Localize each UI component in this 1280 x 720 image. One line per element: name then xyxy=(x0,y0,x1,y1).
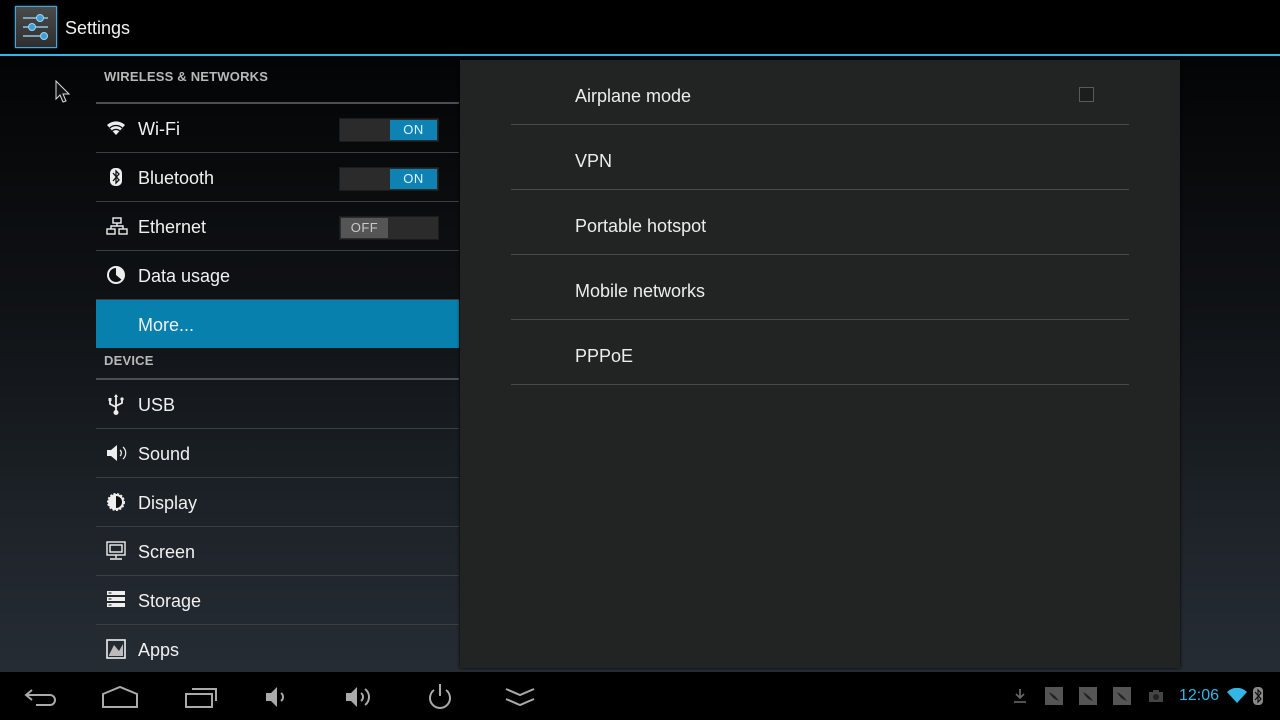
screen-icon xyxy=(106,541,126,561)
sidebar-item-label: Storage xyxy=(138,591,202,611)
back-icon xyxy=(22,686,58,708)
volume-down-icon xyxy=(264,685,292,709)
home-icon xyxy=(101,685,139,709)
apps-icon xyxy=(106,639,126,659)
recent-apps-button[interactable] xyxy=(179,680,223,714)
settings-sliders-icon[interactable] xyxy=(15,6,57,48)
list-item-mobile-networks[interactable]: Mobile networks xyxy=(511,255,1129,320)
hide-bar-button[interactable] xyxy=(498,680,542,714)
bluetooth-status-icon xyxy=(1253,672,1263,720)
sidebar-item-wifi[interactable]: Wi-Fi ON xyxy=(96,104,459,153)
sidebar-item-display[interactable]: Display xyxy=(96,478,459,527)
power-icon xyxy=(426,682,454,712)
sidebar-item-storage[interactable]: Storage xyxy=(96,576,459,625)
list-item-label: Mobile networks xyxy=(575,281,706,301)
list-item-vpn[interactable]: VPN xyxy=(511,125,1129,190)
sidebar-item-label: Wi-Fi xyxy=(138,119,180,139)
category-header-wireless: WIRELESS & NETWORKS xyxy=(96,56,459,104)
sidebar-item-label: Display xyxy=(138,493,198,513)
list-item-portable-hotspot[interactable]: Portable hotspot xyxy=(511,190,1129,255)
notification-icon[interactable] xyxy=(1113,672,1131,720)
sidebar-item-label: Screen xyxy=(138,542,196,562)
content-panel: Airplane mode VPN Portable hotspot Mobil… xyxy=(460,60,1180,668)
wifi-toggle[interactable]: ON xyxy=(339,118,439,142)
sidebar-item-data-usage[interactable]: Data usage xyxy=(96,251,459,300)
list-item-label: VPN xyxy=(575,151,613,171)
data-usage-icon xyxy=(106,265,126,285)
sidebar-item-apps[interactable]: Apps xyxy=(96,625,459,672)
notification-icon[interactable] xyxy=(1079,672,1097,720)
list-item-label: Airplane mode xyxy=(575,86,692,106)
sidebar-item-screen[interactable]: Screen xyxy=(96,527,459,576)
display-icon xyxy=(106,492,126,512)
notification-icon[interactable] xyxy=(1045,672,1063,720)
recent-apps-icon xyxy=(184,685,218,709)
toggle-state: ON xyxy=(390,169,437,189)
airplane-mode-checkbox[interactable] xyxy=(1079,87,1094,102)
sidebar-item-sound[interactable]: Sound xyxy=(96,429,459,478)
sidebar-item-label: USB xyxy=(138,395,176,415)
navigation-bar: 12:06 xyxy=(0,672,1280,720)
bluetooth-icon xyxy=(106,167,126,187)
list-item-pppoe[interactable]: PPPoE xyxy=(511,320,1129,385)
sidebar-item-label: Apps xyxy=(138,640,180,660)
toggle-state: ON xyxy=(390,120,437,140)
sidebar-item-more[interactable]: More... xyxy=(96,300,459,348)
sidebar-item-label: More... xyxy=(138,315,195,335)
settings-sidebar: WIRELESS & NETWORKS Wi-Fi ON Bluetooth O… xyxy=(96,56,459,672)
power-button[interactable] xyxy=(418,680,462,714)
ethernet-toggle[interactable]: OFF xyxy=(339,216,439,240)
sidebar-item-ethernet[interactable]: Ethernet OFF xyxy=(96,202,459,251)
toggle-state: OFF xyxy=(341,218,388,238)
sidebar-item-usb[interactable]: USB xyxy=(96,380,459,429)
chevron-down-icon xyxy=(504,685,536,709)
back-button[interactable] xyxy=(18,680,62,714)
sidebar-item-label: Bluetooth xyxy=(138,168,215,188)
bluetooth-toggle[interactable]: ON xyxy=(339,167,439,191)
list-item-label: PPPoE xyxy=(575,346,634,366)
volume-up-icon xyxy=(344,684,376,710)
sound-icon xyxy=(106,443,127,463)
usb-icon xyxy=(106,394,126,415)
status-clock: 12:06 xyxy=(1179,687,1220,704)
action-bar: Settings xyxy=(0,0,1280,54)
list-item-label: Portable hotspot xyxy=(575,216,707,236)
list-item-airplane-mode[interactable]: Airplane mode xyxy=(511,60,1129,125)
sidebar-item-label: Ethernet xyxy=(138,217,207,237)
storage-icon xyxy=(106,590,126,610)
mouse-cursor-icon xyxy=(55,80,71,104)
sidebar-item-label: Data usage xyxy=(138,266,231,286)
volume-up-button[interactable] xyxy=(338,680,382,714)
home-button[interactable] xyxy=(98,680,142,714)
download-icon[interactable] xyxy=(1012,672,1028,720)
volume-down-button[interactable] xyxy=(256,680,300,714)
category-header-device: DEVICE xyxy=(96,348,459,380)
wifi-icon xyxy=(106,118,126,138)
sidebar-item-label: Sound xyxy=(138,444,191,464)
sidebar-item-bluetooth[interactable]: Bluetooth ON xyxy=(96,153,459,202)
app-title: Settings xyxy=(65,18,131,38)
screenshot-icon[interactable] xyxy=(1148,672,1164,720)
ethernet-icon xyxy=(106,216,128,236)
wifi-signal-icon xyxy=(1227,672,1247,720)
